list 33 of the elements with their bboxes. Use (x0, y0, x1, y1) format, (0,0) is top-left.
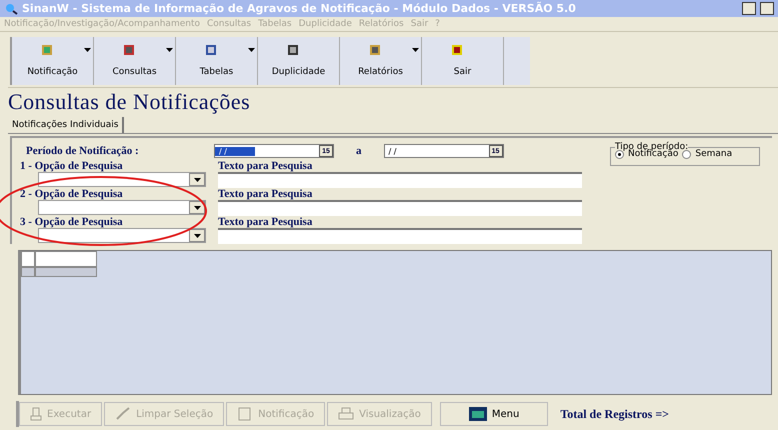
window-title: SinanW - Sistema de Informação de Agravos de Notificação - Módulo Dados - VERSÃO 5.0 (22, 2, 577, 15)
action-button[interactable]: Menu (440, 402, 548, 426)
text-label: Texto para Pesquisa (218, 160, 314, 172)
separator-text: a (356, 145, 362, 157)
toolbar-button[interactable]: Duplicidade (258, 37, 340, 85)
radio-button[interactable] (615, 150, 624, 158)
maximize-button[interactable] (760, 2, 774, 15)
toolbar-button[interactable]: Sair (422, 37, 504, 85)
window-icon (468, 407, 487, 421)
minimize-button[interactable] (742, 2, 756, 15)
magnifier-icon (4, 2, 18, 14)
page-heading: Consultas de Notificações (8, 87, 778, 115)
caret-icon (194, 234, 200, 238)
option-dropdown[interactable] (38, 200, 206, 215)
search-text-field[interactable] (218, 228, 582, 244)
toolbar-button[interactable]: Relatórios (340, 37, 422, 85)
search-text-field[interactable] (218, 200, 582, 216)
total-records-label: Total de Registros => (560, 406, 669, 422)
option-dropdown[interactable] (38, 228, 206, 243)
toolbar-button[interactable]: Notificação (12, 37, 94, 85)
text-label: Texto para Pesquisa (218, 216, 314, 228)
caret-icon (194, 178, 200, 182)
period-label: Período de Notificação : (26, 145, 140, 157)
caret-icon (194, 206, 200, 210)
toolbar-button[interactable]: Tabelas (176, 37, 258, 85)
radio-button[interactable] (682, 150, 692, 158)
toolbar-button[interactable]: Consultas (94, 37, 176, 85)
radio-label[interactable]: Semana (695, 149, 732, 159)
text-label: Texto para Pesquisa (218, 188, 314, 200)
search-text-field[interactable] (218, 172, 582, 188)
option-label: 2 - Opção de Pesquisa (20, 188, 124, 200)
option-label: 3 - Opção de Pesquisa (20, 216, 124, 228)
option-label: 1 - Opção de Pesquisa (20, 160, 124, 172)
